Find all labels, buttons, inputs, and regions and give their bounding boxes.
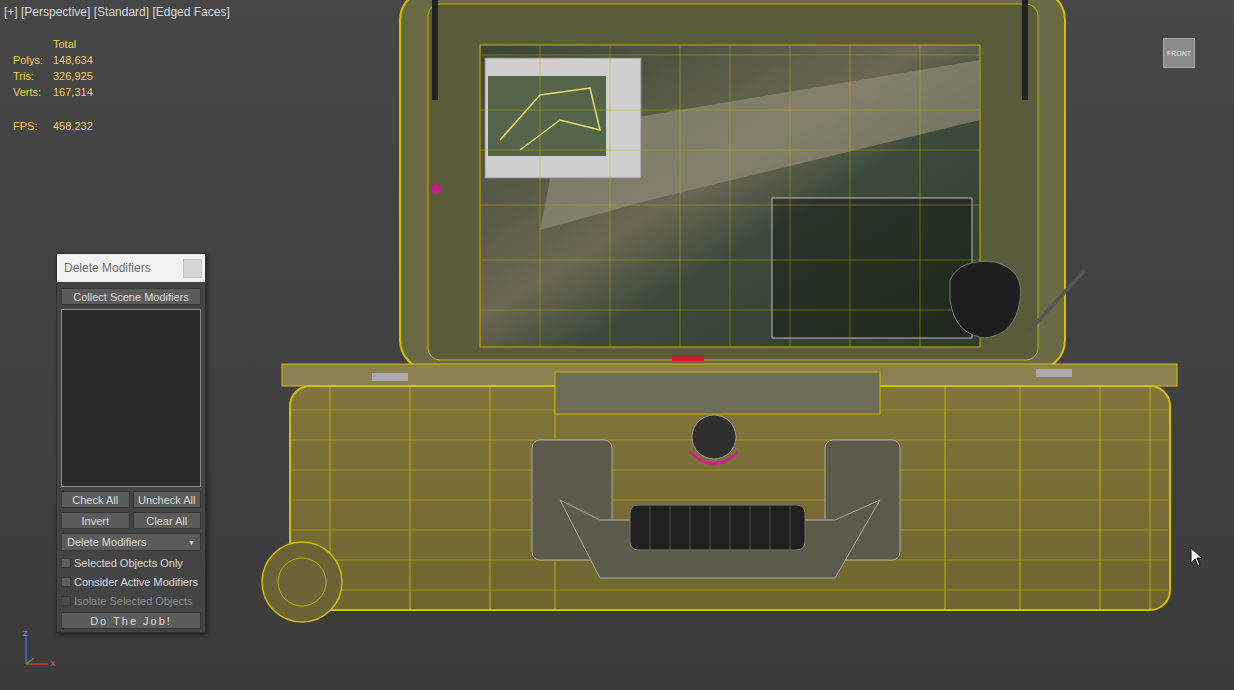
axis-x-label: x (50, 658, 56, 668)
run-button[interactable]: Do The Job! (61, 612, 201, 629)
microphone[interactable] (950, 261, 1085, 338)
button-row: InvertClear All (61, 512, 201, 529)
action-button[interactable]: Uncheck All (133, 491, 202, 508)
stat-label: Polys: (13, 53, 53, 67)
case-body[interactable] (282, 364, 1177, 610)
stat-value: 326,925 (53, 69, 93, 83)
stats-heading: Total (53, 37, 93, 51)
dropdown-arrow-icon: ▼ (188, 539, 195, 546)
delete-modifiers-dialog[interactable]: Delete ModifiersCollect Scene ModifiersC… (56, 253, 206, 633)
mouse-cursor-icon (1190, 547, 1204, 567)
modifier-list[interactable] (61, 309, 201, 487)
collect-row: Collect Scene Modifiers (61, 288, 201, 305)
collect-button[interactable]: Collect Scene Modifiers (61, 288, 201, 305)
viewcube[interactable]: FRONT (1163, 38, 1195, 68)
axis-gizmo-icon: zx (18, 628, 68, 673)
option-label: Isolate Selected Objects (74, 595, 193, 607)
action-button[interactable]: Check All (61, 491, 130, 508)
option-label: Consider Active Modifiers (74, 576, 198, 588)
mode-dropdown[interactable]: Delete Modifiers ▼ (61, 533, 201, 551)
scene-statistics: TotalPolys:148,634Tris:326,925Verts:167,… (13, 37, 93, 133)
dialog-title: Delete Modifiers (64, 261, 151, 275)
dialog-body: Collect Scene Modifiers Check AllUncheck … (57, 282, 205, 629)
stat-value: 167,314 (53, 85, 93, 99)
checkbox-box[interactable] (61, 558, 71, 568)
option-checkbox[interactable]: Consider Active Modifiers (61, 574, 201, 589)
axis-z-label: z (23, 628, 28, 638)
perspective-viewport[interactable]: [+] [Perspective] [Standard] [Edged Face… (0, 0, 1234, 690)
action-button[interactable]: Invert (61, 512, 130, 529)
stat-label: Verts: (13, 85, 53, 99)
dialog-title-bar[interactable]: Delete Modifiers (57, 254, 205, 282)
fps-label: FPS: (13, 119, 53, 133)
run-row: Do The Job! (61, 612, 201, 629)
case-wheel[interactable] (262, 542, 342, 622)
screen-image (480, 45, 980, 347)
option-label: Selected Objects Only (74, 557, 183, 569)
option-checkbox: Isolate Selected Objects (61, 593, 201, 608)
case-handle[interactable] (532, 372, 900, 578)
stat-value: 148,634 (53, 53, 93, 67)
option-checkbox[interactable]: Selected Objects Only (61, 555, 201, 570)
checkbox-box (61, 596, 71, 606)
viewport-label[interactable]: [+] [Perspective] [Standard] [Edged Face… (4, 5, 230, 19)
fps-value: 458.232 (53, 119, 93, 133)
checkbox-box[interactable] (61, 577, 71, 587)
case-lid[interactable] (400, 0, 1065, 370)
stat-label: Tris: (13, 69, 53, 83)
action-button[interactable]: Clear All (133, 512, 202, 529)
button-row: Check AllUncheck All (61, 491, 201, 508)
dropdown-value: Delete Modifiers (67, 536, 146, 548)
close-button[interactable] (183, 259, 202, 278)
